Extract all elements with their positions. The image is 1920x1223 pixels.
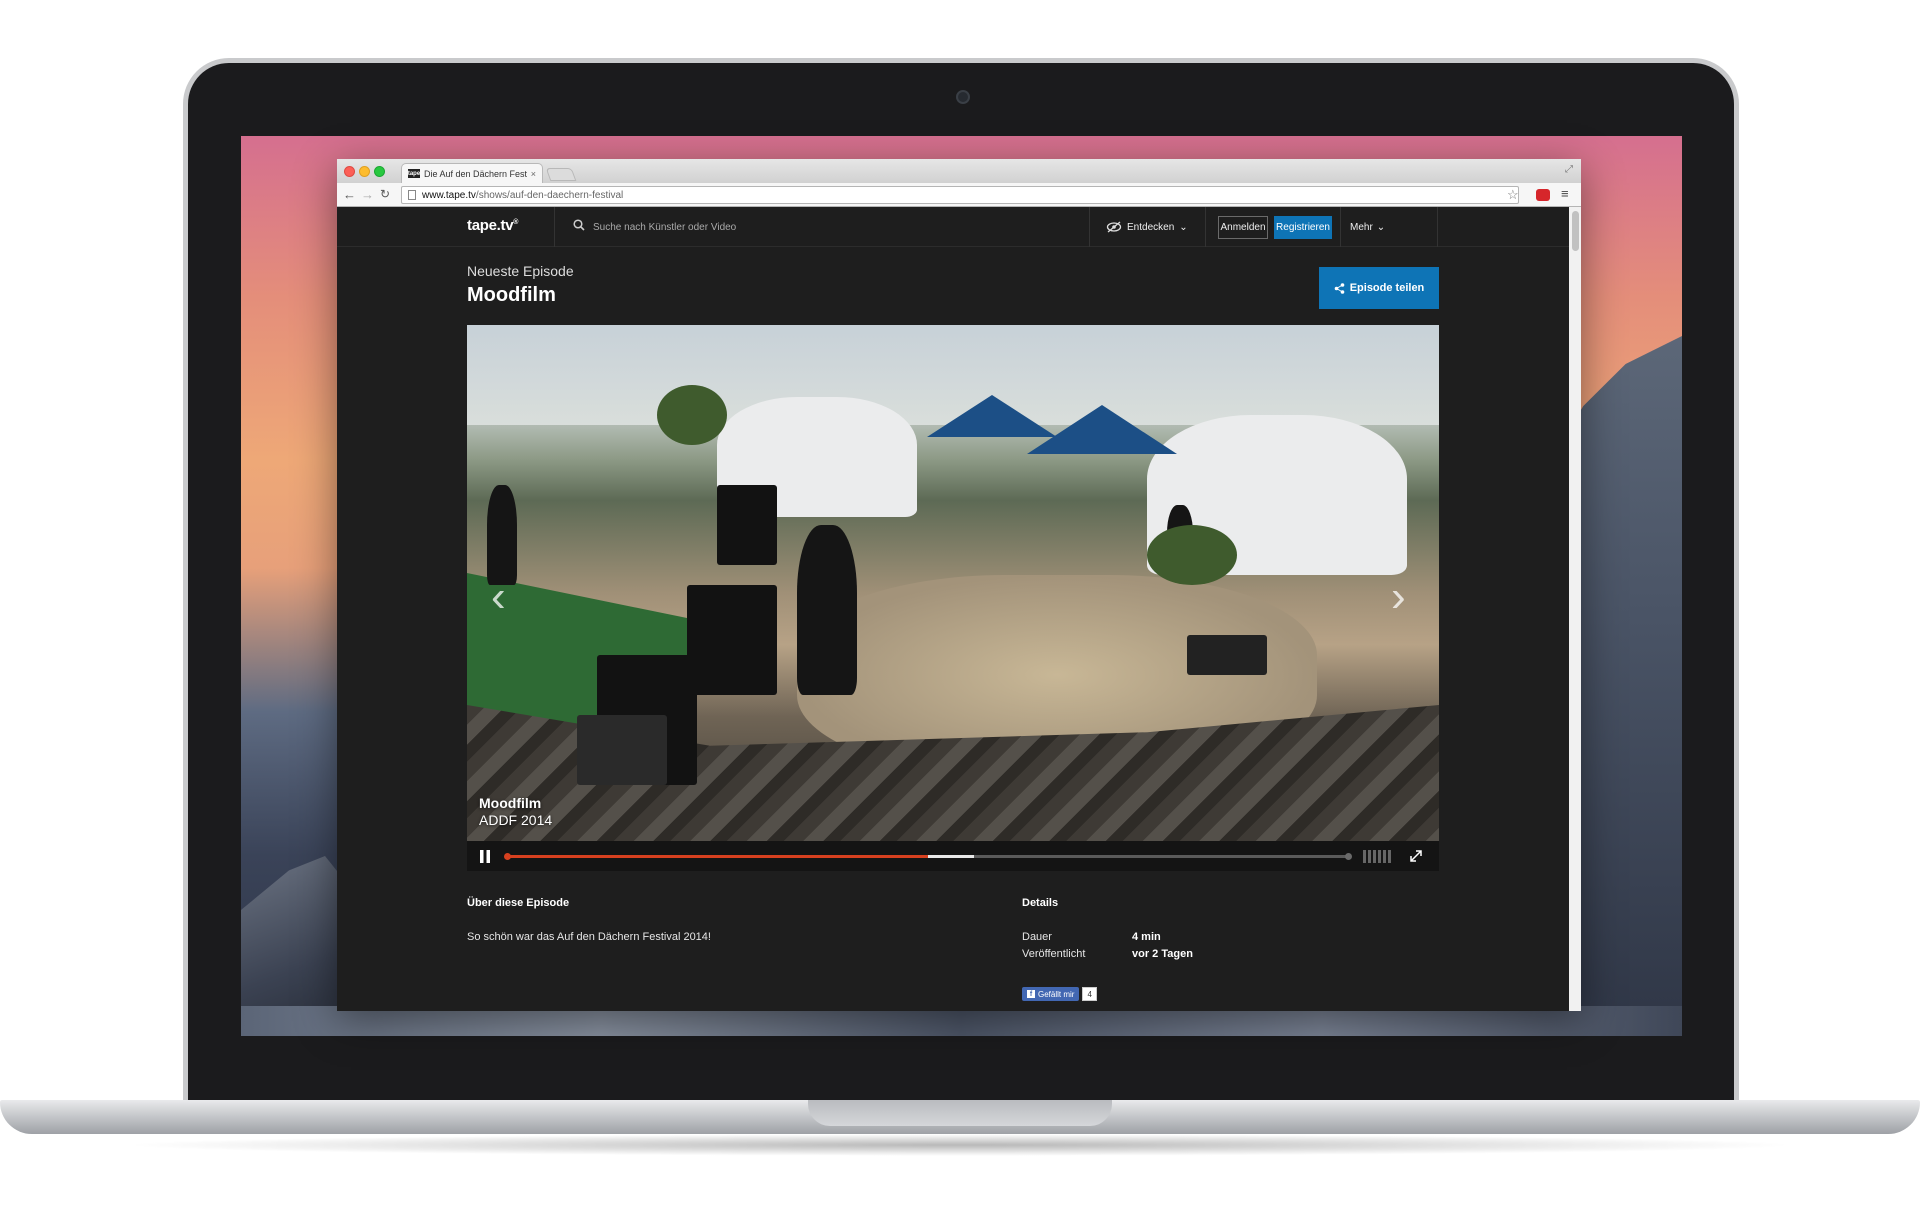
browser-toolbar: ← → ↻ www.tape.tv/shows/auf-den-daechern…	[337, 183, 1581, 207]
video-player[interactable]: ‹ › Moodfilm ADDF 2014	[467, 325, 1439, 871]
video-speaker	[687, 585, 777, 695]
video-palm	[657, 385, 727, 445]
caption-subtitle: ADDF 2014	[479, 812, 553, 828]
pause-icon[interactable]	[479, 850, 491, 863]
facebook-like-count: 4	[1082, 987, 1097, 1001]
previous-arrow-icon[interactable]: ‹	[491, 575, 506, 619]
nav-divider	[1340, 207, 1341, 247]
video-caption: Moodfilm ADDF 2014	[479, 795, 552, 829]
video-flightcase	[577, 715, 667, 785]
progress-bar[interactable]	[504, 853, 1352, 860]
logo-mark: ®	[513, 219, 519, 226]
detail-value-duration: 4 min	[1132, 931, 1161, 943]
discover-label: Entdecken	[1127, 221, 1175, 233]
episode-eyebrow: Neueste Episode	[467, 263, 574, 279]
details-heading: Details	[1022, 897, 1059, 909]
detail-label-published: Veröffentlicht	[1022, 948, 1086, 960]
zoom-window-button[interactable]	[374, 166, 385, 177]
web-page: tape.tv® Entdecken ⌄ Anmelden Registrier…	[337, 207, 1581, 1011]
page-icon	[408, 190, 416, 200]
page-scrollbar[interactable]	[1569, 207, 1581, 1011]
star-icon[interactable]: ☆	[1507, 187, 1519, 203]
search-icon	[573, 219, 585, 231]
search-input[interactable]	[593, 218, 953, 236]
video-sky	[467, 325, 1439, 425]
laptop-shadow	[120, 1134, 1800, 1156]
progress-played	[507, 855, 928, 858]
more-menu[interactable]: Mehr ⌄	[1350, 216, 1385, 238]
site-logo[interactable]: tape.tv®	[467, 217, 518, 234]
video-sofa	[1187, 635, 1267, 675]
share-icon	[1334, 282, 1345, 294]
extension-icon[interactable]	[1536, 189, 1550, 201]
video-person	[487, 485, 517, 585]
camera	[956, 90, 970, 104]
browser-window: tape Die Auf den Dächern Festi × ⤢ ← → ↻…	[337, 159, 1581, 1011]
discover-menu[interactable]: Entdecken ⌄	[1106, 216, 1188, 238]
fullscreen-window-icon[interactable]: ⤢	[1565, 164, 1573, 175]
url-path: /shows/auf-den-daechern-festival	[475, 189, 624, 201]
eye-slash-icon	[1106, 221, 1122, 233]
browser-tab[interactable]: tape Die Auf den Dächern Festi ×	[401, 163, 543, 183]
volume-icon[interactable]	[1363, 850, 1393, 863]
nav-divider	[1205, 207, 1206, 247]
progress-end-marker	[1345, 853, 1352, 860]
share-episode-button[interactable]: Episode teilen	[1319, 267, 1439, 309]
back-icon[interactable]: ←	[343, 187, 356, 202]
tab-strip: tape Die Auf den Dächern Festi × ⤢	[337, 159, 1581, 183]
site-header: tape.tv® Entdecken ⌄ Anmelden Registrier…	[337, 207, 1569, 247]
nav-divider	[1437, 207, 1438, 247]
scrollbar-thumb[interactable]	[1572, 211, 1579, 251]
video-person	[797, 525, 857, 695]
next-arrow-icon[interactable]: ›	[1391, 575, 1406, 619]
chevron-down-icon: ⌄	[1179, 221, 1188, 233]
login-button[interactable]: Anmelden	[1218, 216, 1268, 239]
video-frame[interactable]: ‹ › Moodfilm ADDF 2014	[467, 325, 1439, 841]
tab-close-icon[interactable]: ×	[531, 169, 536, 179]
share-label: Episode teilen	[1349, 282, 1425, 294]
about-text: So schön war das Auf den Dächern Festiva…	[467, 931, 711, 943]
episode-title: Moodfilm	[467, 284, 556, 306]
facebook-like-button[interactable]: f Gefällt mir	[1022, 987, 1080, 1001]
more-label: Mehr	[1350, 221, 1373, 233]
logo-text: tape.tv	[467, 217, 514, 234]
new-tab-button[interactable]	[545, 168, 577, 181]
tab-title: Die Auf den Dächern Festi	[424, 168, 527, 179]
caption-title: Moodfilm	[479, 795, 542, 811]
minimize-window-button[interactable]	[359, 166, 370, 177]
chevron-down-icon: ⌄	[1376, 221, 1386, 233]
facebook-like-label: Gefällt mir	[1038, 989, 1075, 999]
detail-label-duration: Dauer	[1022, 931, 1052, 943]
close-window-button[interactable]	[344, 166, 355, 177]
progress-handle[interactable]	[504, 853, 511, 860]
video-palm	[1147, 525, 1237, 585]
fullscreen-icon[interactable]	[1409, 849, 1423, 863]
url-host: www.tape.tv	[422, 189, 476, 201]
laptop-notch	[808, 1100, 1112, 1126]
video-speaker	[717, 485, 777, 565]
detail-value-published: vor 2 Tagen	[1132, 948, 1193, 960]
register-button[interactable]: Registrieren	[1274, 216, 1332, 239]
forward-icon[interactable]: →	[361, 187, 374, 202]
favicon-icon: tape	[407, 169, 421, 178]
nav-divider	[554, 207, 555, 247]
reload-icon[interactable]: ↻	[380, 187, 390, 202]
about-heading: Über diese Episode	[467, 897, 570, 909]
address-bar[interactable]: www.tape.tv/shows/auf-den-daechern-festi…	[401, 186, 1519, 204]
player-controls	[467, 841, 1439, 871]
menu-icon[interactable]: ≡	[1561, 186, 1569, 201]
facebook-icon: f	[1027, 990, 1035, 998]
facebook-like-widget: f Gefällt mir 4	[1022, 987, 1097, 1001]
nav-divider	[1089, 207, 1090, 247]
